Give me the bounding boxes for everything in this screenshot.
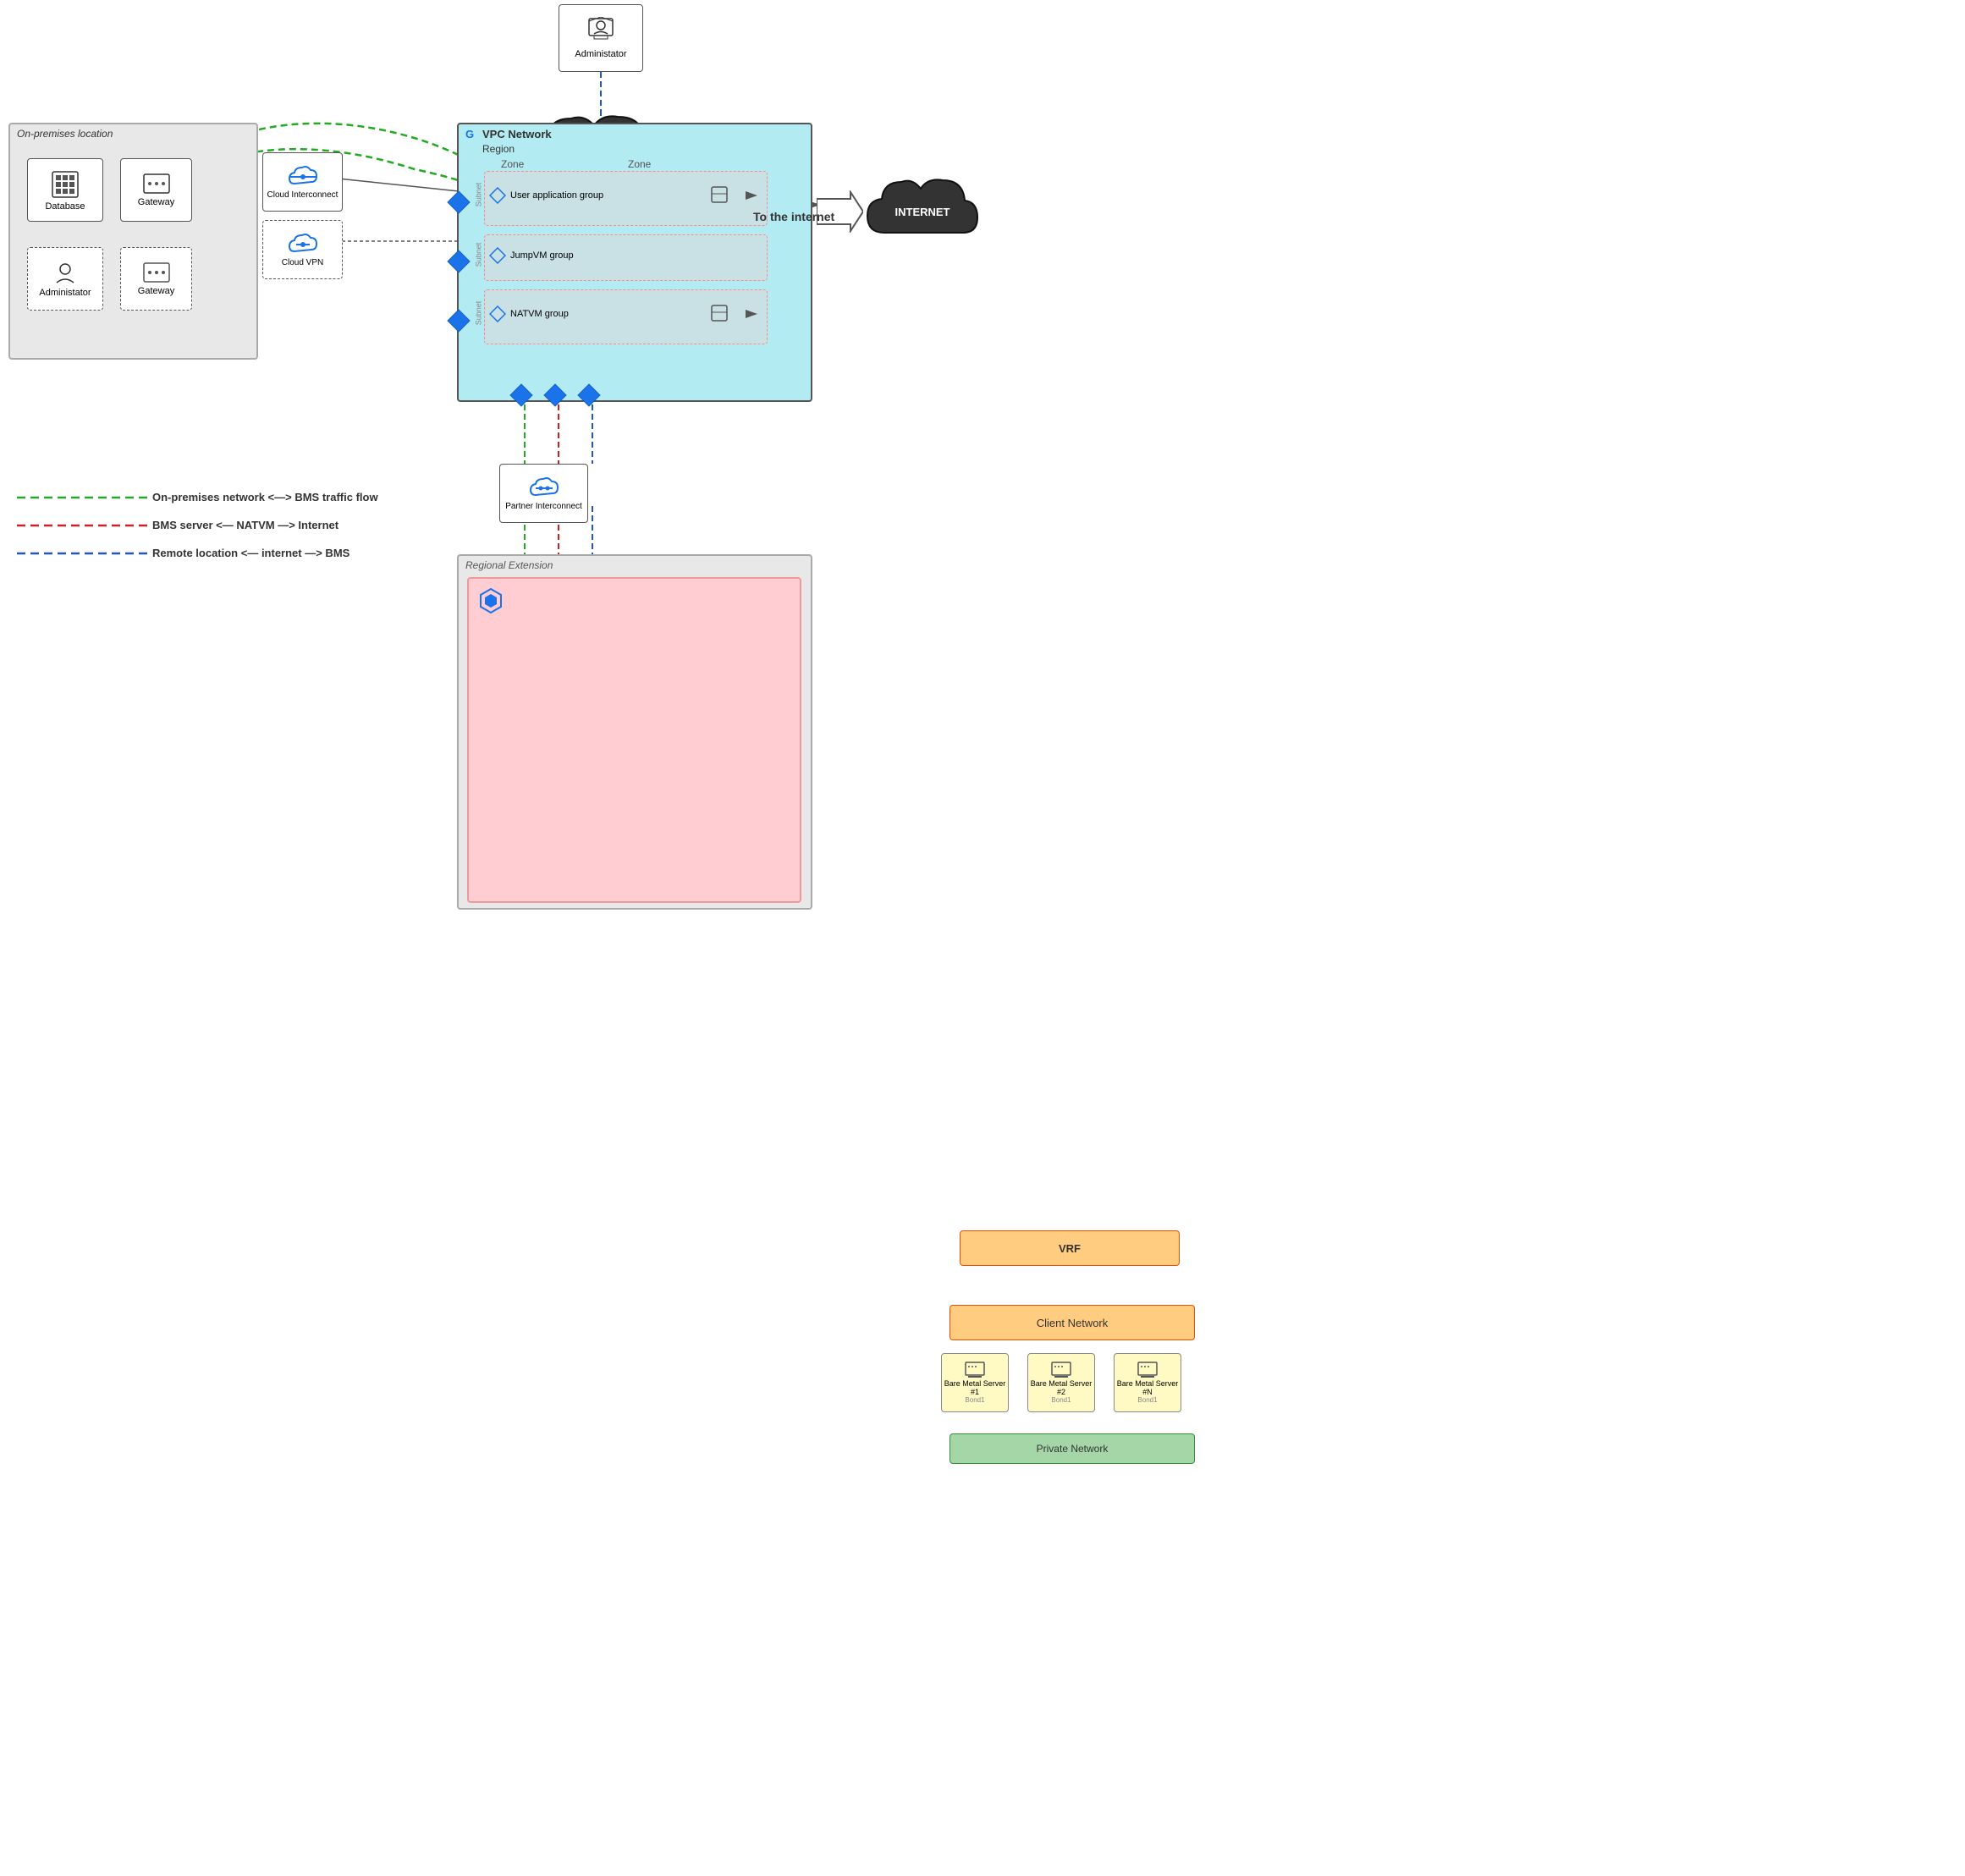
legend-green-line bbox=[17, 492, 152, 503]
region-label: Region bbox=[482, 143, 515, 155]
private-network-label: Private Network bbox=[1037, 1443, 1109, 1455]
vrf-box: VRF bbox=[960, 1230, 1180, 1266]
vpc-network-box: G VPC Network Region Zone Zone Subnet Us… bbox=[457, 123, 812, 402]
natvm-group-label: NATVM group bbox=[510, 309, 569, 319]
administrator-premises-icon bbox=[52, 261, 78, 286]
bms2-box: Bare Metal Server #2 Bond1 bbox=[1027, 1353, 1095, 1412]
baremetal-icon bbox=[477, 587, 504, 619]
natvm-subnet: Subnet NATVM group bbox=[484, 289, 768, 344]
bms1-box: Bare Metal Server #1 Bond1 bbox=[941, 1353, 1009, 1412]
connector2-icon bbox=[489, 247, 506, 264]
legend-red-label: BMS server <— NATVM —> Internet bbox=[152, 519, 339, 531]
cloud-vpn-box: Cloud VPN bbox=[262, 220, 343, 279]
cloud-vpn-label: Cloud VPN bbox=[282, 258, 323, 267]
bmsN-bond-label: Bond1 bbox=[1137, 1396, 1157, 1404]
partner-interconnect-box: Partner Interconnect bbox=[499, 464, 588, 523]
vpc-bottom3-icon bbox=[577, 383, 601, 411]
internet-right-cloud: INTERNET bbox=[863, 173, 982, 250]
database-box: Database bbox=[27, 158, 103, 222]
vpc-bottom2-icon bbox=[543, 383, 567, 411]
legend-red-line bbox=[17, 520, 152, 531]
legend-blue-item: Remote location <— internet —> BMS bbox=[17, 547, 378, 559]
legend-green-label: On-premises network <—> BMS traffic flow bbox=[152, 491, 378, 503]
partner-interconnect-label: Partner Interconnect bbox=[505, 502, 582, 511]
bms1-label: Bare Metal Server #1 bbox=[944, 1379, 1006, 1396]
bms2-icon bbox=[1051, 1362, 1071, 1378]
administrator-top-box: Administator bbox=[559, 4, 643, 72]
jumpvm-subnet: Subnet JumpVM group bbox=[484, 234, 768, 281]
user-app-server-icon bbox=[710, 185, 729, 208]
bms1-icon bbox=[965, 1362, 985, 1378]
diagram-container: Administator INTERNET On-premises locati… bbox=[0, 0, 982, 938]
vpc-entry1-icon bbox=[447, 190, 471, 218]
to-internet-label: To the internet bbox=[753, 210, 834, 223]
legend-blue-label: Remote location <— internet —> BMS bbox=[152, 547, 350, 559]
client-network-box: Client Network bbox=[949, 1305, 1195, 1340]
gateway2-label: Gateway bbox=[138, 286, 174, 296]
gateway1-label: Gateway bbox=[138, 197, 174, 207]
vpc-entry3-icon bbox=[447, 309, 471, 337]
google-g-icon: G bbox=[465, 128, 474, 140]
jumpvm-group-label: JumpVM group bbox=[510, 250, 574, 261]
subnet3-label: Subnet bbox=[474, 301, 482, 326]
connector3-icon bbox=[489, 305, 506, 322]
vpc-bottom1-icon bbox=[509, 383, 533, 411]
legend: On-premises network <—> BMS traffic flow… bbox=[17, 491, 378, 575]
on-premises-label: On-premises location bbox=[17, 128, 113, 140]
bmsN-label: Bare Metal Server #N bbox=[1116, 1379, 1179, 1396]
bms2-bond-label: Bond1 bbox=[1051, 1396, 1071, 1404]
administrator-top-label: Administator bbox=[575, 49, 626, 59]
subnet2-label: Subnet bbox=[474, 243, 482, 267]
gateway2-box: Gateway bbox=[120, 247, 192, 311]
cloud-interconnect-box: Cloud Interconnect bbox=[262, 152, 343, 212]
user-app-arrow-icon bbox=[744, 187, 762, 208]
regional-extension-label: Regional Extension bbox=[465, 559, 553, 571]
user-app-subnet: Subnet User application group bbox=[484, 171, 768, 226]
gateway1-icon bbox=[143, 173, 170, 194]
legend-blue-line bbox=[17, 548, 152, 558]
bms1-bond-label: Bond1 bbox=[965, 1396, 984, 1404]
private-network-box: Private Network bbox=[949, 1433, 1195, 1464]
administrator-premises-box: Administator bbox=[27, 247, 103, 311]
cloud-interconnect-icon bbox=[288, 165, 318, 189]
bms2-label: Bare Metal Server #2 bbox=[1030, 1379, 1093, 1396]
internet-right-text: INTERNET bbox=[895, 206, 950, 218]
gateway1-box: Gateway bbox=[120, 158, 192, 222]
cloud-interconnect-label: Cloud Interconnect bbox=[267, 190, 339, 200]
partner-interconnect-icon bbox=[529, 476, 559, 500]
zone2-label: Zone bbox=[628, 158, 651, 170]
internet-right-cloud-svg: INTERNET bbox=[863, 173, 982, 250]
gateway2-icon bbox=[143, 262, 170, 283]
cloud-vpn-icon bbox=[288, 233, 318, 256]
legend-green-item: On-premises network <—> BMS traffic flow bbox=[17, 491, 378, 503]
natvm-server-icon bbox=[710, 304, 729, 327]
bmsN-icon bbox=[1137, 1362, 1158, 1378]
vpc-entry2-icon bbox=[447, 250, 471, 278]
subnet1-label: Subnet bbox=[474, 183, 482, 207]
user-app-group-label: User application group bbox=[510, 190, 603, 201]
administrator-top-icon bbox=[586, 17, 616, 47]
vpc-network-label: VPC Network bbox=[482, 128, 552, 140]
vrf-label: VRF bbox=[1059, 1242, 1081, 1255]
natvm-arrow-icon bbox=[744, 305, 762, 327]
connector1-icon bbox=[489, 187, 506, 204]
on-premises-box: On-premises location Database bbox=[8, 123, 258, 360]
database-label: Database bbox=[45, 201, 85, 212]
client-network-label: Client Network bbox=[1037, 1317, 1109, 1329]
legend-red-item: BMS server <— NATVM —> Internet bbox=[17, 519, 378, 531]
database-icon bbox=[50, 169, 80, 200]
zone1-label: Zone bbox=[501, 158, 524, 170]
administrator-premises-label: Administator bbox=[39, 288, 91, 298]
bmsN-box: Bare Metal Server #N Bond1 bbox=[1114, 1353, 1181, 1412]
inner-pink-box: VRF Client Network Bare Metal Server #1 … bbox=[467, 577, 801, 903]
